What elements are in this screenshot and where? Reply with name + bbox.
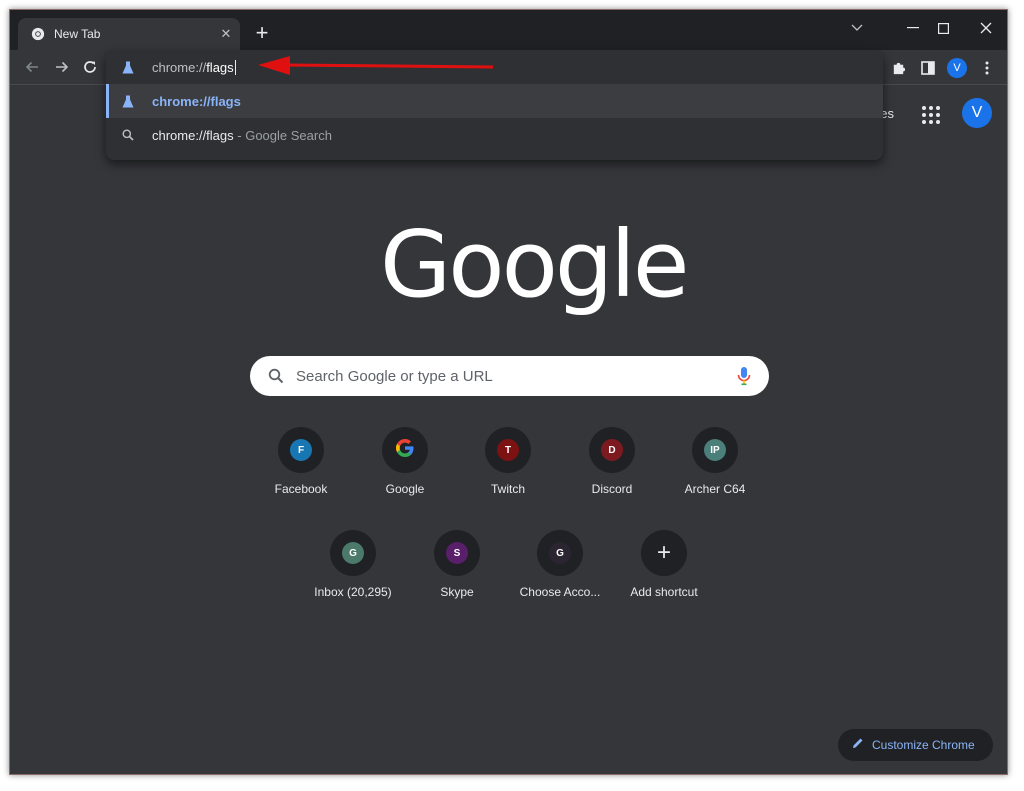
shortcut-tile: S xyxy=(434,530,480,576)
minimize-icon[interactable] xyxy=(898,16,928,40)
search-input[interactable] xyxy=(296,356,716,396)
address-highlight: flags xyxy=(206,59,234,75)
search-icon xyxy=(268,368,284,384)
reload-icon[interactable] xyxy=(78,55,102,79)
chrome-icon xyxy=(30,26,46,42)
inbox-icon: G xyxy=(342,542,364,564)
side-panel-icon[interactable] xyxy=(916,56,940,80)
shortcut-label: Skype xyxy=(440,585,474,599)
microphone-icon[interactable] xyxy=(737,366,751,386)
address-bar[interactable]: chrome://flags xyxy=(106,50,883,84)
shortcut-twitch[interactable]: T Twitch xyxy=(452,427,564,527)
suggestion-label: chrome://flags - Google Search xyxy=(152,127,332,143)
shortcut-choose-account[interactable]: G Choose Acco... xyxy=(504,530,616,630)
shortcut-facebook[interactable]: F Facebook xyxy=(245,427,357,527)
discord-icon: D xyxy=(601,439,623,461)
suggestion-flags[interactable]: chrome://flags xyxy=(106,84,883,118)
shortcut-tile: D xyxy=(589,427,635,473)
skype-icon: S xyxy=(446,542,468,564)
shortcut-inbox[interactable]: G Inbox (20,295) xyxy=(297,530,409,630)
facebook-icon: F xyxy=(290,439,312,461)
shortcut-label: Facebook xyxy=(274,482,328,496)
archer-icon: IP xyxy=(704,439,726,461)
flask-icon xyxy=(121,60,135,74)
profile-avatar[interactable]: V xyxy=(945,56,969,80)
tab-new-tab[interactable]: New Tab ✕ xyxy=(18,18,240,50)
twitch-icon: T xyxy=(497,439,519,461)
avatar: V xyxy=(947,58,967,78)
suggestion-label: chrome://flags xyxy=(152,93,241,109)
google-logo: Google xyxy=(380,211,689,318)
google-apps-icon[interactable] xyxy=(918,102,944,128)
plus-icon: + xyxy=(656,539,671,566)
google-g-icon xyxy=(394,437,416,464)
forward-icon[interactable] xyxy=(50,55,74,79)
shortcut-label: Archer C64 xyxy=(684,482,746,496)
shortcut-tile xyxy=(382,427,428,473)
account-icon: G xyxy=(549,542,571,564)
shortcut-label: Choose Acco... xyxy=(519,585,601,599)
shortcut-archer-c64[interactable]: IP Archer C64 xyxy=(659,427,771,527)
shortcut-label: Inbox (20,295) xyxy=(314,585,392,599)
suggestion-suffix: - Google Search xyxy=(233,127,332,143)
back-icon[interactable] xyxy=(20,55,44,79)
flask-icon xyxy=(121,94,135,108)
shortcut-tile: + xyxy=(641,530,687,576)
shortcut-tile: G xyxy=(330,530,376,576)
maximize-icon[interactable] xyxy=(928,16,958,40)
menu-icon[interactable] xyxy=(975,56,999,80)
shortcut-tile: IP xyxy=(692,427,738,473)
shortcut-tile: F xyxy=(278,427,324,473)
shortcut-discord[interactable]: D Discord xyxy=(556,427,668,527)
shortcut-label: Discord xyxy=(591,482,633,496)
search-box[interactable] xyxy=(250,356,769,396)
shortcut-label: Add shortcut xyxy=(630,585,698,599)
pencil-icon xyxy=(852,736,864,754)
tab-search-icon[interactable] xyxy=(842,16,872,40)
omnibox-dropdown: chrome://flags chrome://flags chrome://f… xyxy=(106,50,883,160)
account-avatar[interactable]: V xyxy=(962,98,992,128)
extensions-icon[interactable] xyxy=(886,56,910,80)
add-shortcut-button[interactable]: + Add shortcut xyxy=(608,530,720,630)
search-icon xyxy=(121,128,135,142)
text-caret xyxy=(234,59,236,75)
customize-label: Customize Chrome xyxy=(872,738,975,752)
tab-title: New Tab xyxy=(54,27,101,41)
shortcut-label: Google xyxy=(385,482,425,496)
browser-window: New Tab ✕ + V ges V chrome://flags chrom… xyxy=(9,9,1008,775)
shortcut-skype[interactable]: S Skype xyxy=(401,530,513,630)
customize-chrome-button[interactable]: Customize Chrome xyxy=(838,729,993,761)
close-window-icon[interactable] xyxy=(971,16,1001,40)
tab-strip: New Tab ✕ + xyxy=(10,10,1007,50)
shortcut-tile: G xyxy=(537,530,583,576)
shortcut-tile: T xyxy=(485,427,531,473)
suggestion-google-search[interactable]: chrome://flags - Google Search xyxy=(106,118,883,152)
shortcut-label: Twitch xyxy=(490,482,525,496)
new-tab-button[interactable]: + xyxy=(250,22,274,46)
close-tab-icon[interactable]: ✕ xyxy=(212,26,240,42)
shortcut-google[interactable]: Google xyxy=(349,427,461,527)
address-text[interactable]: chrome://flags xyxy=(152,59,236,75)
